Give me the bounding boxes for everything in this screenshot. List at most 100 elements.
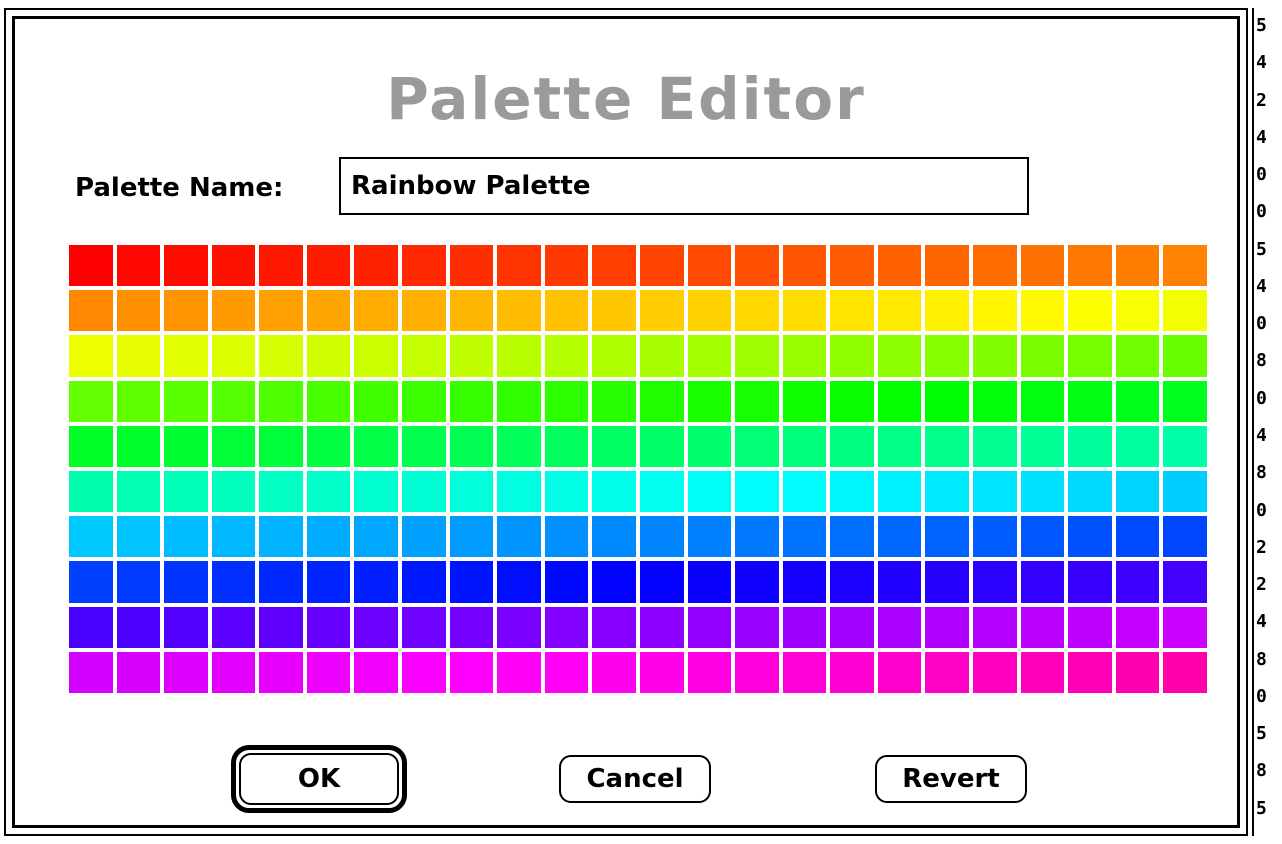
color-swatch[interactable] [830,290,874,332]
color-swatch[interactable] [164,606,208,648]
color-swatch[interactable] [1115,561,1160,603]
color-swatch[interactable] [544,516,589,558]
color-swatch[interactable] [211,606,256,648]
color-swatch[interactable] [973,471,1017,513]
color-swatch[interactable] [449,516,494,558]
color-swatch[interactable] [306,425,351,467]
color-swatch[interactable] [782,290,827,332]
color-swatch[interactable] [116,471,161,513]
color-swatch[interactable] [69,335,113,377]
color-swatch[interactable] [925,425,970,467]
color-swatch[interactable] [735,471,779,513]
color-swatch[interactable] [402,606,446,648]
color-swatch[interactable] [1068,290,1112,332]
color-swatch[interactable] [1163,290,1207,332]
color-swatch[interactable] [877,606,922,648]
color-swatch[interactable] [877,516,922,558]
color-swatch[interactable] [1020,651,1065,693]
color-swatch[interactable] [1115,425,1160,467]
color-swatch[interactable] [735,380,779,422]
color-swatch[interactable] [973,245,1017,287]
color-swatch[interactable] [830,245,874,287]
color-swatch[interactable] [1115,335,1160,377]
color-swatch[interactable] [164,471,208,513]
color-swatch[interactable] [782,516,827,558]
color-swatch[interactable] [592,245,636,287]
color-swatch[interactable] [1163,561,1207,603]
color-swatch[interactable] [402,425,446,467]
color-swatch[interactable] [1115,606,1160,648]
color-swatch[interactable] [211,561,256,603]
color-swatch[interactable] [925,651,970,693]
color-swatch[interactable] [1163,516,1207,558]
color-swatch[interactable] [544,561,589,603]
color-swatch[interactable] [164,245,208,287]
color-swatch[interactable] [544,425,589,467]
color-swatch[interactable] [735,245,779,287]
color-swatch[interactable] [306,471,351,513]
color-swatch[interactable] [402,335,446,377]
color-swatch[interactable] [354,471,399,513]
color-swatch[interactable] [735,335,779,377]
color-swatch[interactable] [592,425,636,467]
color-swatch[interactable] [402,245,446,287]
color-swatch[interactable] [639,651,684,693]
color-swatch[interactable] [639,561,684,603]
color-swatch[interactable] [592,606,636,648]
color-swatch[interactable] [354,651,399,693]
color-swatch[interactable] [1115,380,1160,422]
color-swatch[interactable] [497,380,541,422]
color-swatch[interactable] [69,425,113,467]
color-swatch[interactable] [497,651,541,693]
color-swatch[interactable] [782,380,827,422]
color-swatch[interactable] [354,606,399,648]
color-swatch[interactable] [497,516,541,558]
color-swatch[interactable] [1068,335,1112,377]
color-swatch[interactable] [1068,561,1112,603]
color-swatch[interactable] [1068,425,1112,467]
color-swatch[interactable] [639,335,684,377]
color-swatch[interactable] [306,606,351,648]
color-swatch[interactable] [687,335,732,377]
color-swatch[interactable] [1068,651,1112,693]
color-swatch[interactable] [259,606,303,648]
color-swatch[interactable] [925,471,970,513]
color-swatch[interactable] [1115,516,1160,558]
color-swatch[interactable] [1115,245,1160,287]
color-swatch[interactable] [69,380,113,422]
color-swatch[interactable] [687,425,732,467]
color-swatch[interactable] [1163,471,1207,513]
color-swatch[interactable] [973,516,1017,558]
color-swatch[interactable] [449,245,494,287]
color-swatch[interactable] [354,380,399,422]
color-swatch[interactable] [1115,471,1160,513]
color-swatch[interactable] [639,471,684,513]
color-swatch[interactable] [830,606,874,648]
color-swatch[interactable] [116,606,161,648]
color-swatch[interactable] [259,561,303,603]
color-swatch[interactable] [402,651,446,693]
color-swatch[interactable] [687,651,732,693]
color-swatch[interactable] [259,471,303,513]
color-swatch[interactable] [877,471,922,513]
color-swatch[interactable] [211,651,256,693]
color-swatch[interactable] [1020,471,1065,513]
cancel-button[interactable]: Cancel [559,755,711,803]
color-swatch[interactable] [354,290,399,332]
color-swatch[interactable] [211,290,256,332]
color-swatch[interactable] [830,651,874,693]
color-swatch[interactable] [687,290,732,332]
color-swatch[interactable] [592,471,636,513]
color-swatch[interactable] [1115,651,1160,693]
color-swatch[interactable] [1020,606,1065,648]
color-swatch[interactable] [782,471,827,513]
color-swatch[interactable] [592,290,636,332]
color-swatch[interactable] [592,335,636,377]
color-swatch[interactable] [402,290,446,332]
color-swatch[interactable] [544,380,589,422]
color-swatch[interactable] [1068,471,1112,513]
color-swatch[interactable] [116,651,161,693]
color-swatch[interactable] [592,561,636,603]
color-swatch[interactable] [164,651,208,693]
color-swatch[interactable] [211,425,256,467]
